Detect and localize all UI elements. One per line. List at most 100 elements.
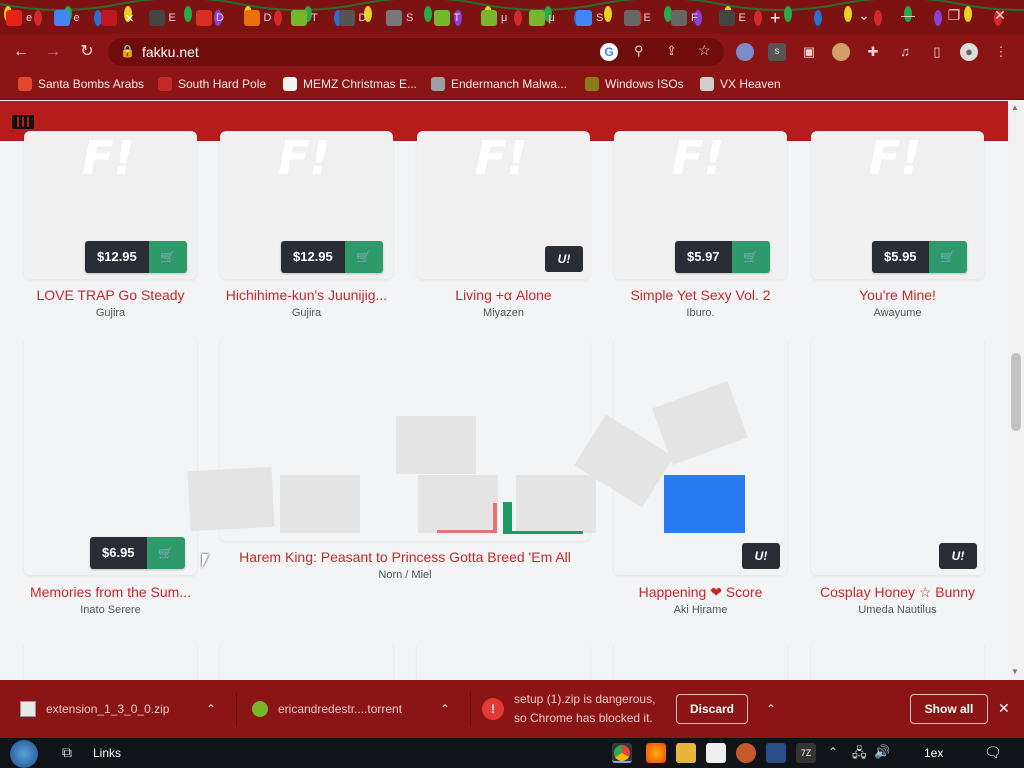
product-title-link[interactable]: Memories from the Sum... — [16, 584, 205, 600]
firefox-taskbar-icon[interactable] — [646, 743, 666, 763]
links-toolbar-label[interactable]: Links — [93, 746, 121, 760]
volume-icon[interactable]: 🔊 — [874, 744, 890, 760]
product-title-link[interactable]: Happening ❤ Score — [606, 584, 795, 601]
app-taskbar-icon[interactable] — [706, 743, 726, 763]
google-lens-icon[interactable]: G — [600, 43, 618, 61]
price-button[interactable]: $12.95 🛒 — [281, 241, 383, 273]
side-panel-icon[interactable]: ▯ — [928, 43, 946, 61]
profile-icon[interactable]: ● — [960, 43, 978, 61]
bookmark-item[interactable]: Santa Bombs Arabs — [18, 77, 144, 91]
action-center-icon[interactable]: 🗨 — [984, 744, 1002, 761]
start-button[interactable] — [10, 740, 38, 768]
bookmark-item[interactable]: MEMZ Christmas E... — [283, 77, 417, 91]
cart-icon[interactable]: 🛒 — [148, 241, 187, 273]
browser-tab[interactable]: D — [338, 6, 366, 30]
chevron-up-icon[interactable]: ⌃ — [440, 702, 450, 716]
fakku-logo-icon[interactable] — [12, 113, 34, 131]
product-title-link[interactable]: Living +α Alone — [411, 287, 596, 303]
bookmark-star-icon[interactable]: ☆ — [698, 42, 711, 59]
url-text[interactable]: fakku.net — [142, 44, 199, 60]
bookmark-item[interactable]: South Hard Pole — [158, 77, 266, 91]
cart-icon[interactable]: 🛒 — [928, 241, 967, 273]
product-cover[interactable] — [614, 641, 787, 680]
product-author-link[interactable]: Gujira — [214, 307, 399, 319]
bookmark-item[interactable]: Windows ISOs — [585, 77, 684, 91]
show-all-button[interactable]: Show all — [910, 694, 988, 724]
forward-icon[interactable]: → — [42, 41, 64, 63]
browser-tab[interactable]: μ — [528, 6, 555, 30]
product-author-link[interactable]: Awayume — [805, 307, 990, 319]
close-tab-icon[interactable]: ✕ — [125, 12, 134, 25]
chevron-up-icon[interactable]: ⌃ — [206, 702, 216, 716]
price-button[interactable]: $6.95 🛒 — [90, 537, 185, 569]
bookmark-item[interactable]: VX Heaven — [700, 77, 781, 91]
cart-icon[interactable]: 🛒 — [344, 241, 383, 273]
browser-tab[interactable]: T — [291, 6, 318, 30]
product-author-link[interactable]: Norn / Miel — [210, 569, 600, 581]
close-window-icon[interactable]: ✕ — [982, 4, 1018, 26]
product-title-link[interactable]: You're Mine! — [805, 287, 990, 303]
download-item[interactable]: ericandredestr....torrent — [252, 680, 402, 738]
minimize-icon[interactable]: — — [890, 4, 926, 26]
cart-icon[interactable]: 🛒 — [146, 537, 185, 569]
product-author-link[interactable]: Umeda Nautilus — [803, 604, 992, 616]
product-title-link[interactable]: Simple Yet Sexy Vol. 2 — [608, 287, 793, 303]
unlimited-badge[interactable]: U! — [545, 246, 583, 272]
close-shelf-icon[interactable]: ✕ — [998, 700, 1010, 717]
powershell-taskbar-icon[interactable] — [766, 743, 786, 763]
new-tab-button[interactable]: + — [770, 6, 781, 30]
browser-tab[interactable]: E — [623, 6, 651, 30]
media-control-icon[interactable]: ♫ — [896, 43, 914, 61]
scroll-up-icon[interactable]: ▲ — [1011, 103, 1019, 112]
cart-icon[interactable]: 🛒 — [731, 241, 770, 273]
browser-tab[interactable]: ✕ — [101, 6, 134, 30]
browser-tab[interactable]: T — [433, 6, 460, 30]
share-icon[interactable]: ⇪ — [666, 43, 677, 59]
product-author-link[interactable]: Gujira — [18, 307, 203, 319]
product-cover[interactable] — [417, 641, 590, 680]
page-scrollbar[interactable]: ▲ ▼ — [1008, 101, 1024, 680]
taskbar-clock[interactable]: 1ex — [924, 746, 943, 760]
browser-tab[interactable]: E — [148, 6, 176, 30]
browser-tab[interactable]: e — [6, 6, 32, 30]
price-button[interactable]: $5.95 🛒 — [872, 241, 967, 273]
browser-tab[interactable]: μ — [481, 6, 507, 30]
product-author-link[interactable]: Miyazen — [411, 307, 596, 319]
browser-tab[interactable]: F — [671, 6, 698, 30]
browser-tab[interactable]: D — [196, 6, 224, 30]
extension-avatar-icon[interactable] — [832, 43, 850, 61]
tray-expand-icon[interactable]: ⌃ — [828, 745, 838, 759]
extension-tab-icon[interactable]: ▣ — [800, 43, 818, 61]
task-view-icon[interactable]: ⧉ — [62, 744, 72, 761]
scrollbar-thumb[interactable] — [1011, 353, 1021, 431]
price-button[interactable]: $12.95 🛒 — [85, 241, 187, 273]
product-author-link[interactable]: Iburo. — [608, 307, 793, 319]
product-title-link[interactable]: Harem King: Peasant to Princess Gotta Br… — [210, 549, 600, 565]
address-bar[interactable]: 🔒 fakku.net G ⚲ ⇪ ☆ — [108, 38, 724, 66]
product-author-link[interactable]: Aki Hirame — [606, 604, 795, 616]
browser-tab[interactable]: S — [576, 6, 603, 30]
product-title-link[interactable]: LOVE TRAP Go Steady — [18, 287, 203, 303]
product-author-link[interactable]: Inato Serere — [16, 604, 205, 616]
browser-tab[interactable]: e — [53, 6, 80, 30]
bookmark-item[interactable]: Endermanch Malwa... — [431, 77, 567, 91]
app-taskbar-icon[interactable] — [736, 743, 756, 763]
network-icon[interactable]: 🖧 — [852, 744, 867, 766]
7zip-taskbar-icon[interactable]: 7Z — [796, 743, 816, 763]
menu-kebab-icon[interactable]: ⋮ — [992, 43, 1010, 61]
reload-icon[interactable]: ↻ — [76, 41, 98, 63]
browser-tab[interactable]: E — [718, 6, 746, 30]
unlimited-badge[interactable]: U! — [939, 543, 977, 569]
extension-flag-icon[interactable] — [736, 43, 754, 61]
discard-button[interactable]: Discard — [676, 694, 748, 724]
product-cover[interactable] — [220, 641, 393, 680]
unlimited-badge[interactable]: U! — [742, 543, 780, 569]
restore-icon[interactable]: ❐ — [936, 4, 972, 26]
download-item[interactable]: extension_1_3_0_0.zip — [20, 680, 169, 738]
extension-s-icon[interactable]: s — [768, 43, 786, 61]
back-icon[interactable]: ← — [10, 41, 32, 63]
product-title-link[interactable]: Hichihime-kun's Juunijig... — [214, 287, 399, 303]
tab-search-icon[interactable]: ⌄ — [846, 4, 882, 26]
browser-tab[interactable]: S — [386, 6, 413, 30]
product-cover[interactable] — [811, 337, 984, 575]
